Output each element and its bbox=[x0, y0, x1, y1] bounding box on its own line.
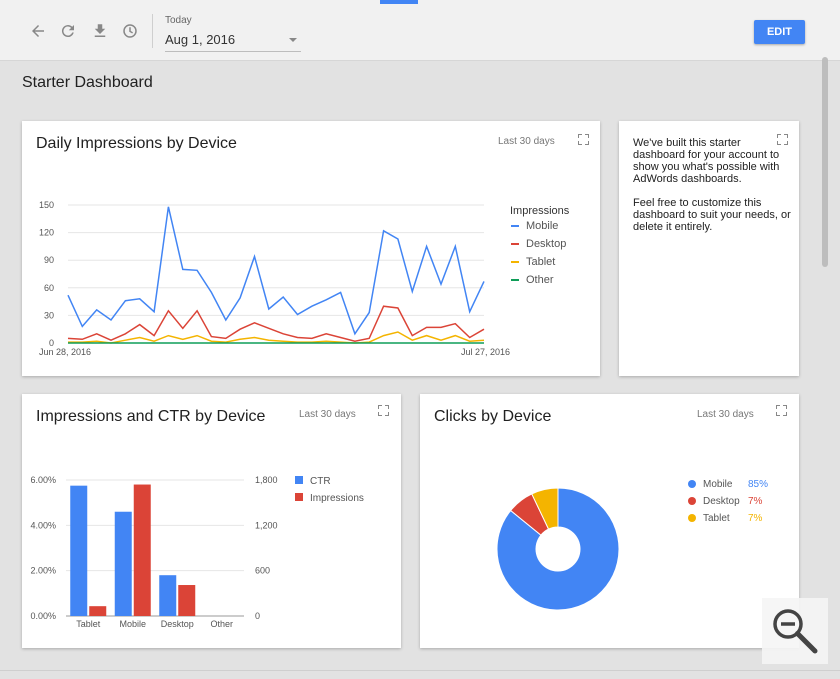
refresh-icon[interactable] bbox=[57, 20, 79, 42]
legend-label: Mobile bbox=[703, 479, 733, 490]
series-line-mobile bbox=[67, 206, 485, 336]
y-tick-label: 2.00% bbox=[30, 566, 56, 576]
impressions-ctr-chart: 0.00% 2.00% 4.00% 6.00% 0 600 1,200 1,800 Tablet… bbox=[30, 475, 364, 629]
y2-tick-label: 1,200 bbox=[255, 520, 278, 530]
legend-percent: 85% bbox=[748, 479, 768, 490]
legend-swatch bbox=[295, 476, 303, 484]
back-arrow-icon[interactable] bbox=[27, 20, 49, 42]
legend-swatch bbox=[295, 493, 303, 501]
y-tick-label: 150 bbox=[39, 200, 54, 210]
y-tick-label: 120 bbox=[39, 228, 54, 238]
daily-impressions-card: Daily Impressions by Device Last 30 days… bbox=[22, 121, 600, 376]
edit-button[interactable]: EDIT bbox=[754, 20, 805, 44]
legend-label: Tablet bbox=[526, 256, 555, 268]
y2-tick-label: 1,800 bbox=[255, 475, 278, 485]
note-paragraph: We've built this starter dashboard for y… bbox=[633, 137, 780, 185]
chevron-down-icon bbox=[289, 38, 297, 42]
legend-label: Other bbox=[526, 274, 554, 286]
y-tick-label: 30 bbox=[44, 310, 54, 320]
bar-impressions bbox=[178, 585, 196, 616]
y-tick-label: 4.00% bbox=[30, 520, 56, 530]
x-tick-label: Jun 28, 2016 bbox=[39, 347, 91, 357]
zoom-out-icon[interactable] bbox=[762, 598, 828, 664]
x-tick-label: Desktop bbox=[161, 619, 194, 629]
series-line-desktop bbox=[67, 305, 485, 342]
daily-impressions-chart: 0306090120150Jun 28, 2016 Jul 27, 2016Imp… bbox=[39, 200, 570, 357]
x-tick-label: Other bbox=[210, 619, 233, 629]
y-tick-label: 0.00% bbox=[30, 611, 56, 621]
bar-impressions bbox=[133, 484, 151, 616]
legend-label: Desktop bbox=[703, 496, 740, 507]
starter-note-card: We've built this starter dashboard for y… bbox=[619, 121, 799, 376]
series-line-tablet bbox=[68, 331, 485, 344]
x-tick-label: Tablet bbox=[76, 619, 101, 629]
x-tick-label: Mobile bbox=[119, 619, 146, 629]
legend-percent: 7% bbox=[748, 496, 763, 507]
clicks-by-device-card: Clicks by Device Last 30 days Mobile 85% D… bbox=[420, 394, 799, 648]
expand-icon[interactable] bbox=[777, 134, 788, 145]
page-title: Starter Dashboard bbox=[22, 74, 153, 91]
y-tick-label: 6.00% bbox=[30, 475, 56, 485]
legend-title: Impressions bbox=[510, 205, 570, 217]
legend-label: CTR bbox=[310, 476, 331, 487]
note-text: We've built this starter dashboard for y… bbox=[633, 137, 793, 245]
x-tick-label: Jul 27, 2016 bbox=[461, 347, 510, 357]
scrollbar[interactable] bbox=[822, 57, 828, 267]
impressions-ctr-card: Impressions and CTR by Device Last 30 da… bbox=[22, 394, 401, 648]
legend-label: Impressions bbox=[310, 493, 364, 504]
date-range-select[interactable]: Aug 1, 2016 bbox=[165, 29, 301, 52]
y2-tick-label: 600 bbox=[255, 566, 270, 576]
legend-label: Mobile bbox=[526, 220, 558, 232]
y2-tick-label: 0 bbox=[255, 611, 260, 621]
date-label: Today bbox=[165, 15, 192, 26]
clicks-by-device-chart: Mobile 85% Desktop 7% Tablet 7% bbox=[496, 479, 768, 611]
date-value: Aug 1, 2016 bbox=[165, 32, 236, 47]
bar-ctr bbox=[70, 485, 88, 616]
legend-swatch bbox=[688, 480, 696, 488]
bar-impressions bbox=[89, 606, 107, 616]
legend-swatch bbox=[688, 497, 696, 505]
history-clock-icon[interactable] bbox=[119, 20, 141, 42]
download-icon[interactable] bbox=[89, 20, 111, 42]
active-tab-indicator bbox=[380, 0, 418, 4]
bar-ctr bbox=[159, 575, 177, 616]
legend-swatch bbox=[688, 514, 696, 522]
legend-label: Tablet bbox=[703, 513, 730, 524]
y-tick-label: 60 bbox=[44, 283, 54, 293]
legend-label: Desktop bbox=[526, 238, 566, 250]
y-tick-label: 90 bbox=[44, 255, 54, 265]
note-paragraph: Feel free to customize this dashboard to… bbox=[633, 197, 791, 233]
toolbar-divider bbox=[152, 14, 153, 48]
bar-ctr bbox=[114, 511, 132, 616]
top-toolbar: Today Aug 1, 2016 EDIT bbox=[0, 0, 840, 61]
legend-percent: 7% bbox=[748, 513, 763, 524]
